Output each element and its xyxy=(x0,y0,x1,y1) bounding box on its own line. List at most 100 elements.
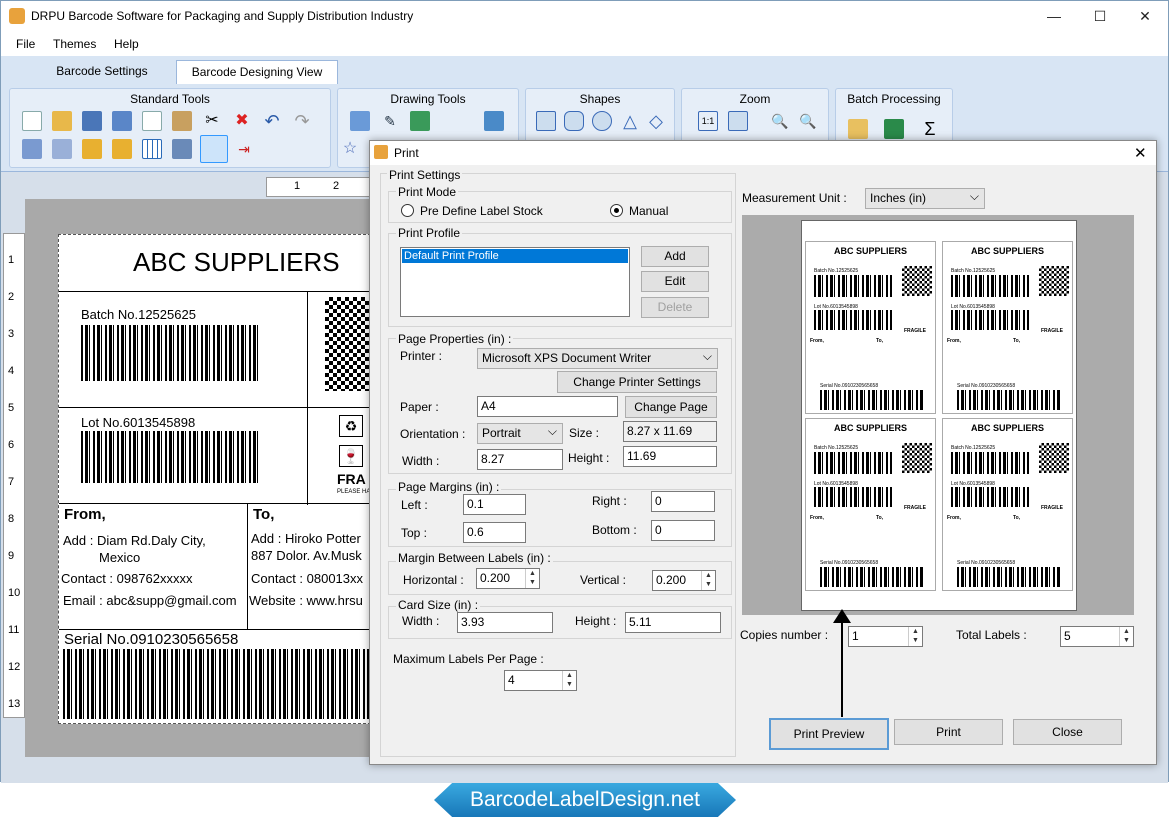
lock-icon[interactable] xyxy=(82,139,102,159)
open-icon[interactable] xyxy=(52,111,72,131)
zoom-out-icon[interactable]: 🔍 xyxy=(798,111,818,131)
from-contact[interactable]: Contact : 098762xxxxx xyxy=(61,571,193,586)
to-address-2[interactable]: 887 Dolor. Av.Musk xyxy=(251,548,362,563)
from-email[interactable]: Email : abc&supp@gmail.com xyxy=(63,593,237,608)
predefine-radio[interactable] xyxy=(401,204,414,217)
save-as-icon[interactable] xyxy=(112,111,132,131)
spinner-icon[interactable]: ▲ ▼ xyxy=(908,627,922,646)
unlock-icon[interactable] xyxy=(112,139,132,159)
maximize-icon[interactable]: ☐ xyxy=(1077,1,1123,31)
to-contact[interactable]: Contact : 080013xx xyxy=(251,571,363,586)
to-heading[interactable]: To, xyxy=(253,506,274,523)
redo-icon[interactable]: ↷ xyxy=(292,111,312,131)
measurement-select[interactable]: Inches (in) xyxy=(865,188,985,209)
manual-radio[interactable] xyxy=(610,204,623,217)
predefine-label[interactable]: Pre Define Label Stock xyxy=(420,204,543,218)
size-input[interactable]: 8.27 x 11.69 xyxy=(623,421,717,442)
fit-icon[interactable] xyxy=(728,111,748,131)
print-preview-icon[interactable] xyxy=(172,139,192,159)
rounded-rect-icon[interactable] xyxy=(564,111,584,131)
menu-themes[interactable]: Themes xyxy=(53,37,96,51)
menu-file[interactable]: File xyxy=(16,37,35,51)
spinner-icon[interactable]: ▲ ▼ xyxy=(701,571,715,590)
bottom-margin-input[interactable]: 0 xyxy=(651,520,715,541)
qr-code[interactable] xyxy=(325,297,375,391)
delete-button[interactable]: Delete xyxy=(641,297,709,318)
new-icon[interactable] xyxy=(22,111,42,131)
close-icon[interactable]: ✕ xyxy=(1122,1,1168,31)
top-margin-input[interactable]: 0.6 xyxy=(463,522,526,543)
batch-edit-icon[interactable] xyxy=(848,119,868,139)
close-button[interactable]: Close xyxy=(1013,719,1122,745)
spinner-icon[interactable]: ▲ ▼ xyxy=(525,569,539,588)
diamond-icon[interactable]: ◇ xyxy=(646,111,666,131)
left-margin-input[interactable]: 0.1 xyxy=(463,494,526,515)
serial-text[interactable]: Serial No.0910230565658 xyxy=(64,631,238,648)
paper-input[interactable]: A4 xyxy=(477,396,618,417)
picture-icon[interactable] xyxy=(484,111,504,131)
orientation-select[interactable]: Portrait xyxy=(477,423,563,444)
label-title[interactable]: ABC SUPPLIERS xyxy=(133,247,340,278)
from-address-1[interactable]: Add : Diam Rd.Daly City, xyxy=(63,533,206,548)
right-margin-input[interactable]: 0 xyxy=(651,491,715,512)
to-website[interactable]: Website : www.hrsu xyxy=(249,593,363,608)
image-icon[interactable] xyxy=(410,111,430,131)
dialog-close-icon[interactable]: ✕ xyxy=(1134,144,1147,162)
max-labels-input[interactable]: 4 ▲ ▼ xyxy=(504,670,577,691)
cut-icon[interactable]: ✂ xyxy=(202,111,222,131)
copy-icon[interactable] xyxy=(142,111,162,131)
grid-icon[interactable] xyxy=(142,139,162,159)
actual-size-icon[interactable]: 1:1 xyxy=(698,111,718,131)
minimize-icon[interactable]: — xyxy=(1031,1,1077,31)
width-input[interactable]: 8.27 xyxy=(477,449,563,470)
delete-icon[interactable]: ✖ xyxy=(232,111,252,131)
pen-icon[interactable]: ✎ xyxy=(380,111,400,131)
batch-barcode[interactable] xyxy=(81,325,259,381)
label-canvas[interactable]: ABC SUPPLIERS Batch No.12525625 Lot No.6… xyxy=(58,234,377,724)
ellipse-icon[interactable] xyxy=(592,111,612,131)
change-printer-button[interactable]: Change Printer Settings xyxy=(557,371,717,393)
printer-select[interactable]: Microsoft XPS Document Writer xyxy=(477,348,718,369)
formula-icon[interactable]: Σ xyxy=(920,119,940,139)
paste-icon[interactable] xyxy=(172,111,192,131)
serial-barcode[interactable] xyxy=(63,649,375,719)
change-page-button[interactable]: Change Page xyxy=(625,396,717,418)
print-preview-button[interactable]: Print Preview xyxy=(769,718,889,750)
spinner-icon[interactable]: ▲ ▼ xyxy=(1119,627,1133,646)
bring-front-icon[interactable] xyxy=(22,139,42,159)
from-heading[interactable]: From, xyxy=(64,506,106,523)
text-icon[interactable] xyxy=(350,111,370,131)
excel-icon[interactable] xyxy=(884,119,904,139)
horizontal-input[interactable]: 0.200 ▲ ▼ xyxy=(476,568,540,589)
menu-help[interactable]: Help xyxy=(114,37,139,51)
undo-icon[interactable]: ↶ xyxy=(262,111,282,131)
from-address-2[interactable]: Mexico xyxy=(99,550,140,565)
total-labels-input[interactable]: 5 ▲ ▼ xyxy=(1060,626,1134,647)
star-icon[interactable]: ☆ xyxy=(340,139,360,159)
batch-text[interactable]: Batch No.12525625 xyxy=(81,307,196,322)
card-width-input[interactable]: 3.93 xyxy=(457,612,553,633)
zoom-in-icon[interactable]: 🔍 xyxy=(770,111,790,131)
spinner-icon[interactable]: ▲ ▼ xyxy=(562,671,576,690)
lot-text[interactable]: Lot No.6013545898 xyxy=(81,415,195,430)
edit-button[interactable]: Edit xyxy=(641,271,709,292)
manual-label[interactable]: Manual xyxy=(629,204,668,218)
print-button[interactable]: Print xyxy=(894,719,1003,745)
triangle-icon[interactable]: △ xyxy=(620,111,640,131)
vertical-input[interactable]: 0.200 ▲ ▼ xyxy=(652,570,716,591)
rectangle-icon[interactable] xyxy=(536,111,556,131)
save-icon[interactable] xyxy=(82,111,102,131)
lot-barcode[interactable] xyxy=(81,431,259,483)
profile-list[interactable]: Default Print Profile xyxy=(400,247,630,317)
add-button[interactable]: Add xyxy=(641,246,709,267)
profile-item[interactable]: Default Print Profile xyxy=(402,249,628,263)
send-back-icon[interactable] xyxy=(52,139,72,159)
card-height-input[interactable]: 5.11 xyxy=(625,612,721,633)
height-input[interactable]: 11.69 xyxy=(623,446,717,467)
print-icon[interactable] xyxy=(200,135,228,163)
to-address-1[interactable]: Add : Hiroko Potter xyxy=(251,531,361,546)
tab-barcode-designing-view[interactable]: Barcode Designing View xyxy=(176,60,338,84)
tab-barcode-settings[interactable]: Barcode Settings xyxy=(41,60,163,84)
copies-input[interactable]: 1 ▲ ▼ xyxy=(848,626,923,647)
export-icon[interactable]: ⇥ xyxy=(234,139,254,159)
